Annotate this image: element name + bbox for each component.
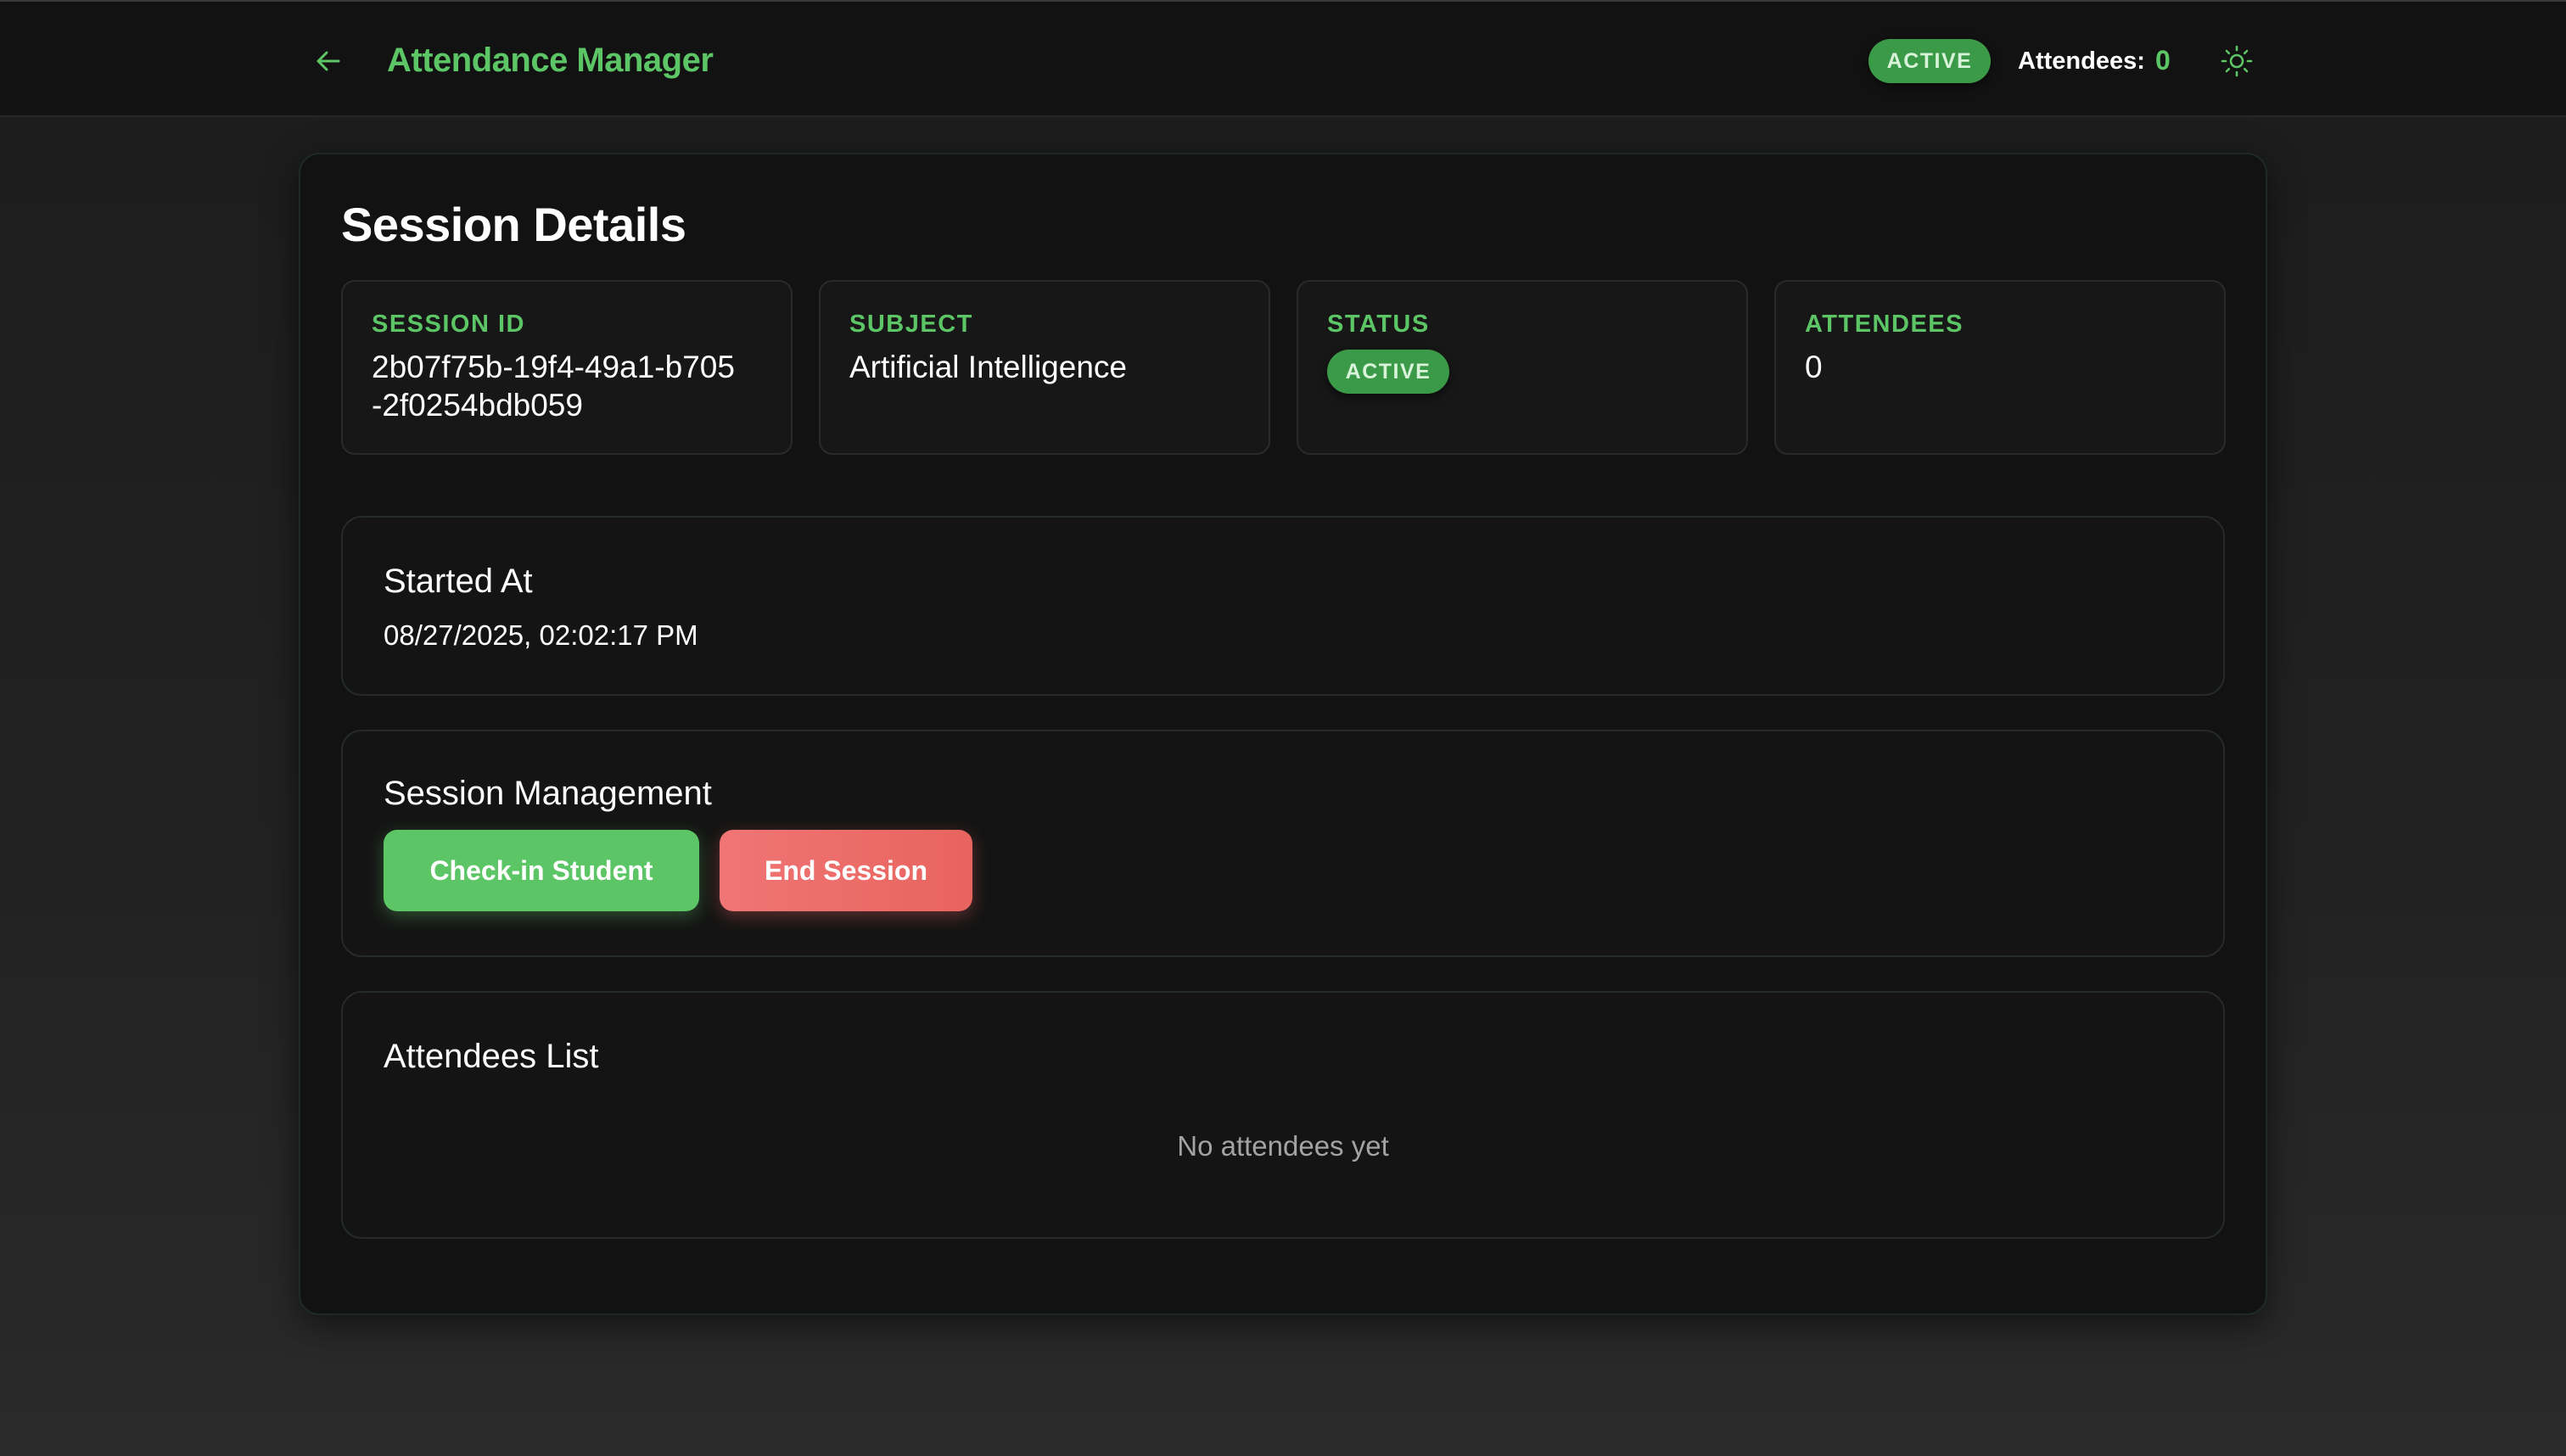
subject-label: SUBJECT — [849, 311, 973, 338]
attendees-box: ATTENDEES 0 — [1774, 280, 2226, 455]
session-management-title: Session Management — [384, 775, 712, 812]
back-button[interactable] — [309, 42, 348, 80]
attendees-count: 0 — [2155, 45, 2171, 76]
started-at-section: Started At 08/27/2025, 02:02:17 PM — [341, 516, 2225, 696]
session-id-value: 2b07f75b-19f4-49a1-b705-2f0254bdb059 — [372, 350, 735, 423]
started-at-value: 08/27/2025, 02:02:17 PM — [384, 619, 698, 651]
theme-toggle-button[interactable] — [2216, 42, 2257, 80]
started-at-title: Started At — [384, 563, 533, 600]
attendees-box-label: ATTENDEES — [1805, 311, 1964, 338]
empty-state-text: No attendees yet — [1177, 1130, 1389, 1162]
status-box: STATUS ACTIVE — [1297, 280, 1748, 455]
session-id-box: SESSION ID 2b07f75b-19f4-49a1-b705-2f025… — [341, 280, 793, 455]
arrow-left-icon — [317, 51, 340, 71]
status-pill: ACTIVE — [1327, 350, 1449, 394]
end-session-button[interactable]: End Session — [720, 830, 972, 911]
session-management-section: Session Management Check-in Student End … — [341, 730, 2225, 957]
check-in-student-button[interactable]: Check-in Student — [384, 830, 699, 911]
status-badge: ACTIVE — [1868, 39, 1991, 83]
attendees-list-section: Attendees List No attendees yet — [341, 991, 2225, 1239]
attendees-label: Attendees: — [2018, 48, 2145, 75]
attendees-box-value: 0 — [1805, 350, 1823, 384]
subject-value: Artificial Intelligence — [849, 350, 1127, 384]
subject-box: SUBJECT Artificial Intelligence — [819, 280, 1270, 455]
app-title: Attendance Manager — [387, 42, 714, 79]
session-id-label: SESSION ID — [372, 311, 525, 338]
attendees-list-title: Attendees List — [384, 1038, 599, 1075]
page-title: Session Details — [341, 198, 686, 251]
top-bar: Attendance Manager ACTIVE Attendees: 0 — [0, 0, 2566, 117]
sun-icon — [2221, 45, 2253, 77]
status-label: STATUS — [1327, 311, 1430, 338]
